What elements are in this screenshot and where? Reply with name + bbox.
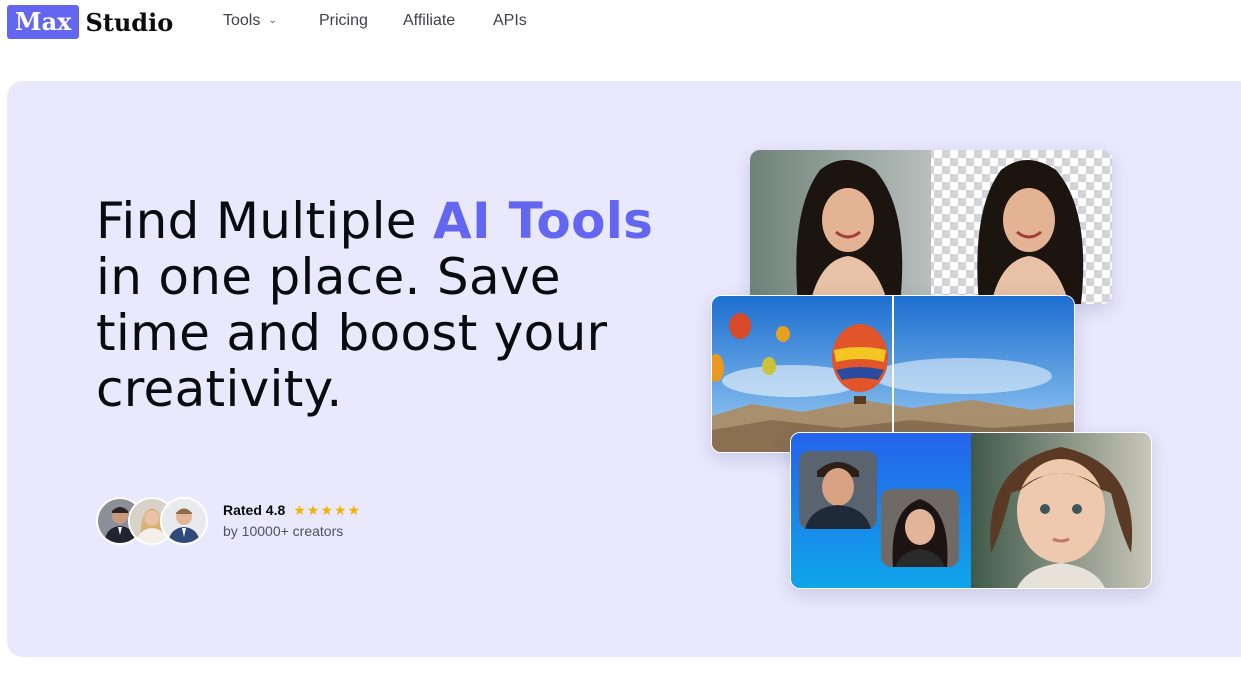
nav-apis[interactable]: APIs <box>493 12 527 30</box>
face-swap-preview <box>790 432 1152 589</box>
background-remover-preview <box>750 150 1112 304</box>
rating-label: Rated 4.8 ★★★★★ <box>223 502 361 519</box>
top-nav: Max Studio Tools ⌄ Pricing Affiliate APIs <box>0 0 1241 44</box>
rating-caption: by 10000+ creators <box>223 523 344 539</box>
logo-studio: Studio <box>85 7 174 37</box>
headline-part2: in one place. Save time and boost your c… <box>96 248 608 418</box>
object-remover-preview <box>711 295 1075 453</box>
headline-part1: Find Multiple <box>96 192 434 250</box>
nav-affiliate[interactable]: Affiliate <box>403 12 455 30</box>
rating-text: Rated 4.8 <box>223 502 286 518</box>
avatar <box>160 497 208 545</box>
nav-pricing[interactable]: Pricing <box>319 12 368 30</box>
chevron-down-icon: ⌄ <box>268 15 277 26</box>
star-rating-icon: ★★★★★ <box>293 502 362 518</box>
nav-tools-label: Tools <box>223 12 261 29</box>
headline-accent: AI Tools <box>433 192 654 250</box>
hero-headline: Find Multiple AI Tools in one place. Sav… <box>96 193 656 417</box>
logo[interactable]: Max Studio <box>7 5 173 39</box>
nav-tools[interactable]: Tools ⌄ <box>223 12 277 30</box>
avatar-group <box>96 497 208 545</box>
logo-max: Max <box>7 5 80 39</box>
